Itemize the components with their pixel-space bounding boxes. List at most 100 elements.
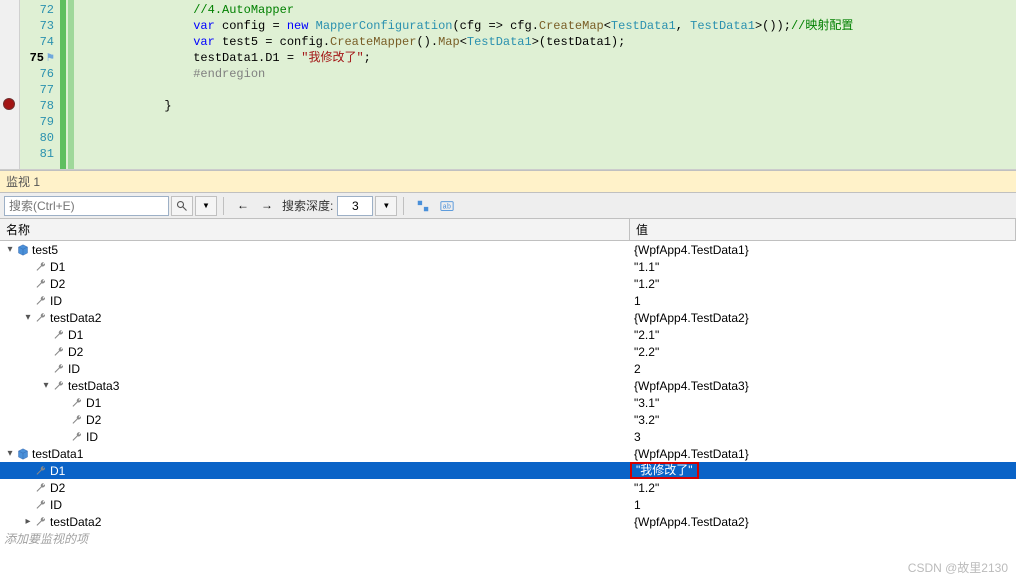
expander-icon[interactable]: ▾ xyxy=(4,448,16,459)
watch-item-name: D2 xyxy=(50,277,65,291)
watch-item-value[interactable]: "1.2" xyxy=(630,481,1016,495)
watch-item-value[interactable]: "1.2" xyxy=(630,277,1016,291)
watch-item-name: testData3 xyxy=(68,379,119,393)
watch-row[interactable]: D2 "1.2" xyxy=(0,479,1016,496)
breakpoint-gutter[interactable] xyxy=(0,0,20,169)
col-header-value[interactable]: 值 xyxy=(630,219,1016,240)
watch-item-value[interactable]: {WpfApp4.TestData3} xyxy=(630,379,1016,393)
watch-item-name: D1 xyxy=(68,328,83,342)
expander-icon[interactable]: ▸ xyxy=(22,516,34,527)
watch-item-name: test5 xyxy=(32,243,58,257)
watch-item-name: D2 xyxy=(68,345,83,359)
watch-row[interactable]: D1 "我修改了" xyxy=(0,462,1016,479)
watch-row[interactable]: ▾ testData2 {WpfApp4.TestData2} xyxy=(0,309,1016,326)
watch-row[interactable]: D2 "3.2" xyxy=(0,411,1016,428)
watch-row[interactable]: ▾ testData1 {WpfApp4.TestData1} xyxy=(0,445,1016,462)
watch-item-name: testData1 xyxy=(32,447,83,461)
wrench-icon xyxy=(34,311,48,325)
watermark: CSDN @故里2130 xyxy=(908,559,1008,576)
watch-item-value[interactable]: "3.2" xyxy=(630,413,1016,427)
watch-row[interactable]: ID 3 xyxy=(0,428,1016,445)
col-header-name[interactable]: 名称 xyxy=(0,219,630,240)
watch-column-header: 名称 值 xyxy=(0,219,1016,241)
watch-item-name: D1 xyxy=(50,260,65,274)
watch-item-value[interactable]: 1 xyxy=(630,294,1016,308)
expander-icon[interactable]: ▾ xyxy=(22,312,34,323)
wrench-icon xyxy=(52,379,66,393)
watch-item-value[interactable]: 1 xyxy=(630,498,1016,512)
watch-row[interactable]: D2 "1.2" xyxy=(0,275,1016,292)
change-marker-gutter-2 xyxy=(68,0,74,169)
wrench-icon xyxy=(34,515,48,529)
watch-item-name: ID xyxy=(50,498,62,512)
watch-item-value[interactable]: {WpfApp4.TestData1} xyxy=(630,243,1016,257)
watch-row[interactable]: ID 1 xyxy=(0,292,1016,309)
depth-label: 搜索深度: xyxy=(282,197,333,214)
wrench-icon xyxy=(34,260,48,274)
watch-item-name: D2 xyxy=(86,413,101,427)
watch-item-value[interactable]: {WpfApp4.TestData2} xyxy=(630,311,1016,325)
watch-item-name: ID xyxy=(50,294,62,308)
search-icon[interactable] xyxy=(171,196,193,216)
search-depth-input[interactable] xyxy=(337,196,373,216)
watch-row[interactable]: ▸ testData2 {WpfApp4.TestData2} xyxy=(0,513,1016,530)
watch-item-value[interactable]: {WpfApp4.TestData1} xyxy=(630,447,1016,461)
watch-item-name: ID xyxy=(68,362,80,376)
wrench-icon xyxy=(34,498,48,512)
watch-row[interactable]: D1 "1.1" xyxy=(0,258,1016,275)
wrench-icon xyxy=(70,413,84,427)
add-watch-placeholder[interactable]: 添加要监视的项 xyxy=(0,530,630,547)
wrench-icon xyxy=(70,396,84,410)
watch-item-name: D1 xyxy=(86,396,101,410)
search-dropdown-icon[interactable]: ▾ xyxy=(195,196,217,216)
watch-row[interactable]: ID 1 xyxy=(0,496,1016,513)
depth-dropdown-icon[interactable]: ▾ xyxy=(375,196,397,216)
watch-row[interactable]: ▾ testData3 {WpfApp4.TestData3} xyxy=(0,377,1016,394)
change-marker-gutter xyxy=(60,0,66,169)
watch-item-name: testData2 xyxy=(50,515,101,529)
search-input[interactable] xyxy=(4,196,169,216)
separator xyxy=(223,197,224,215)
nav-forward-icon[interactable]: → xyxy=(256,196,278,216)
watch-item-name: D2 xyxy=(50,481,65,495)
search-box-wrap: ▾ xyxy=(4,196,217,216)
expander-icon[interactable]: ▾ xyxy=(4,244,16,255)
watch-item-value[interactable]: "1.1" xyxy=(630,260,1016,274)
watch-row[interactable]: ▾ test5 {WpfApp4.TestData1} xyxy=(0,241,1016,258)
watch-item-value[interactable]: 3 xyxy=(630,430,1016,444)
watch-toolbar: ▾ ← → 搜索深度: ▾ ab xyxy=(0,193,1016,219)
watch-row[interactable]: D1 "2.1" xyxy=(0,326,1016,343)
code-body[interactable]: //4.AutoMapper var config = new MapperCo… xyxy=(74,0,1016,169)
line-number-gutter: 72737475⚑767778798081 xyxy=(20,0,60,169)
watch-tree[interactable]: ▾ test5 {WpfApp4.TestData1} D1 "1.1" D2 "1.2… xyxy=(0,241,1016,547)
wrench-icon xyxy=(52,328,66,342)
wrench-icon xyxy=(52,345,66,359)
nav-back-icon[interactable]: ← xyxy=(232,196,254,216)
watch-item-value[interactable]: 2 xyxy=(630,362,1016,376)
watch-panel-title: 监视 1 xyxy=(0,170,1016,193)
watch-item-value[interactable]: {WpfApp4.TestData2} xyxy=(630,515,1016,529)
wrench-icon xyxy=(52,362,66,376)
watch-row[interactable]: D2 "2.2" xyxy=(0,343,1016,360)
wrench-icon xyxy=(34,464,48,478)
cube-icon xyxy=(16,447,30,461)
watch-row[interactable]: ID 2 xyxy=(0,360,1016,377)
watch-item-value[interactable]: "我修改了" xyxy=(630,462,1016,479)
watch-row[interactable]: D1 "3.1" xyxy=(0,394,1016,411)
watch-item-name: ID xyxy=(86,430,98,444)
wrench-icon xyxy=(34,294,48,308)
highlight-icon[interactable]: ab xyxy=(436,196,458,216)
watch-item-value[interactable]: "3.1" xyxy=(630,396,1016,410)
watch-item-value[interactable]: "2.1" xyxy=(630,328,1016,342)
watch-item-name: D1 xyxy=(50,464,65,478)
code-editor[interactable]: 72737475⚑767778798081 //4.AutoMapper var… xyxy=(0,0,1016,170)
separator-2 xyxy=(403,197,404,215)
wrench-icon xyxy=(34,481,48,495)
watch-item-name: testData2 xyxy=(50,311,101,325)
field-picker-icon[interactable] xyxy=(412,196,434,216)
wrench-icon xyxy=(34,277,48,291)
breakpoint-icon[interactable] xyxy=(3,98,15,110)
watch-item-value[interactable]: "2.2" xyxy=(630,345,1016,359)
expander-icon[interactable]: ▾ xyxy=(40,380,52,391)
wrench-icon xyxy=(70,430,84,444)
